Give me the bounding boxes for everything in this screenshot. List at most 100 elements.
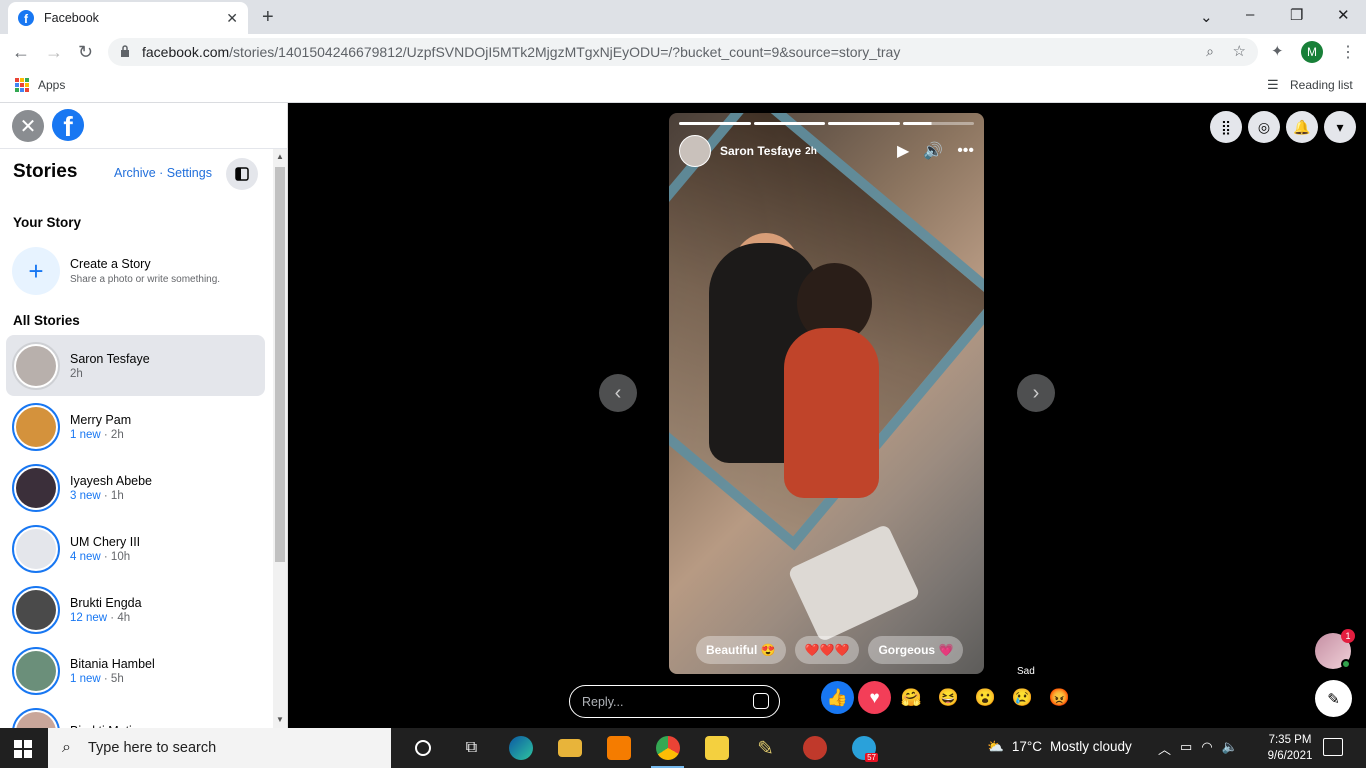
story-avatar <box>12 463 60 512</box>
story-avatar <box>12 585 60 634</box>
tab-close-icon[interactable]: ✕ <box>226 10 238 27</box>
quick-reaction-button[interactable]: ❤️❤️❤️ <box>794 636 860 664</box>
story-author-name[interactable]: Saron Tesfaye <box>720 144 801 158</box>
speaker-icon[interactable]: 🔈 <box>1222 739 1238 758</box>
notification-center-icon[interactable] <box>1323 738 1343 756</box>
apps-grid-icon[interactable] <box>15 78 29 92</box>
battery-icon[interactable]: ▭ <box>1180 739 1192 758</box>
back-icon[interactable]: ← <box>12 42 30 63</box>
search-icon: ⌕ <box>62 739 71 756</box>
browser-tab[interactable]: f Facebook ✕ <box>8 2 248 34</box>
reply-input[interactable]: Reply... <box>569 685 780 718</box>
more-options-icon[interactable]: ••• <box>957 142 974 160</box>
story-list-item[interactable]: Bitania Hambel 1 new · 5h <box>6 640 265 701</box>
archive-link[interactable]: Archive <box>114 166 156 180</box>
address-bar[interactable]: facebook.com/stories/1401504246679812/Uz… <box>108 38 1258 66</box>
profile-avatar[interactable]: M <box>1301 41 1323 63</box>
windows-start-icon[interactable] <box>14 740 32 758</box>
taskbar-search-box[interactable]: ⌕ Type here to search <box>48 728 391 768</box>
weather-text: Mostly cloudy <box>1049 739 1132 754</box>
haha-reaction-icon[interactable]: 😆 <box>932 681 965 714</box>
chrome-icon[interactable] <box>643 732 692 768</box>
scroll-down-icon[interactable]: ▼ <box>276 715 284 724</box>
wow-reaction-icon[interactable]: 😮 <box>969 681 1002 714</box>
taskbar-clock[interactable]: 7:35 PM 9/6/2021 <box>1262 732 1318 764</box>
story-list-item[interactable]: Brukti Engda 12 new · 4h <box>6 579 265 640</box>
viewer-top-icons: ⣿ ◎ 🔔 ▾ <box>1210 111 1356 143</box>
story-author-avatar[interactable] <box>679 135 711 167</box>
notifications-bell-icon[interactable]: 🔔 <box>1286 111 1318 143</box>
story-list-item[interactable]: Merry Pam 1 new · 2h <box>6 396 265 457</box>
care-reaction-icon[interactable]: 🤗 <box>895 681 928 714</box>
cortana-icon[interactable] <box>398 732 447 764</box>
apps-link[interactable]: Apps <box>38 78 65 92</box>
story-list-item[interactable]: Iyayesh Abebe 3 new · 1h <box>6 457 265 518</box>
story-time: 5h <box>110 672 124 685</box>
menu-grid-icon[interactable]: ⣿ <box>1210 111 1242 143</box>
show-hidden-icons-icon[interactable]: ︿ <box>1158 739 1171 758</box>
create-story-button[interactable]: + Create a Story Share a photo or write … <box>12 247 220 295</box>
chat-head-avatar[interactable]: 1 <box>1315 629 1355 669</box>
scrollbar-thumb[interactable] <box>275 167 285 562</box>
story-meta: 4 new · 10h <box>70 551 140 563</box>
bookmark-star-icon[interactable]: ☆ <box>1233 42 1246 60</box>
next-story-button[interactable]: › <box>1017 374 1055 412</box>
chrome-menu-icon[interactable]: ⋮ <box>1340 42 1356 62</box>
angry-reaction-icon[interactable]: 😡 <box>1043 681 1076 714</box>
story-card[interactable]: Saron Tesfaye 2h ▶ 🔊 ••• Beautiful 😍 ❤️❤️… <box>669 113 984 674</box>
messenger-icon[interactable]: ◎ <box>1248 111 1280 143</box>
unread-badge: 1 <box>1341 629 1355 643</box>
minimize-button[interactable]: – <box>1246 6 1254 23</box>
reading-list-link[interactable]: Reading list <box>1290 78 1353 92</box>
play-icon[interactable]: ▶ <box>897 141 909 161</box>
quick-reaction-button[interactable]: Gorgeous 💗 <box>868 636 964 664</box>
forward-icon[interactable]: → <box>45 42 63 63</box>
weather-widget[interactable]: ⛅ 17°C Mostly cloudy <box>987 739 1132 755</box>
tab-title: Facebook <box>44 11 99 25</box>
story-meta: 1 new · 5h <box>70 673 155 685</box>
story-list-item[interactable]: Saron Tesfaye 2h <box>6 335 265 396</box>
cleaner-icon[interactable]: ✎ <box>741 732 790 764</box>
story-photo-object <box>787 523 921 643</box>
story-time: 10h <box>110 550 131 563</box>
love-reaction-icon[interactable]: ♥ <box>858 681 891 714</box>
volume-icon[interactable]: 🔊 <box>923 141 943 161</box>
stories-sidebar: ✕ f Stories Archive · Settings Your Stor… <box>0 103 288 728</box>
app-p-icon[interactable] <box>790 732 839 764</box>
like-reaction-icon[interactable]: 👍 <box>821 681 854 714</box>
zoom-icon[interactable]: ⌕ <box>1206 43 1214 60</box>
sticker-icon[interactable] <box>753 693 769 709</box>
reading-list-icon[interactable]: ☰ <box>1267 77 1279 93</box>
quick-reaction-button[interactable]: Beautiful 😍 <box>696 636 786 664</box>
sidebar-scrollbar[interactable]: ▲ ▼ <box>273 149 287 728</box>
maximize-button[interactable]: ❐ <box>1290 6 1303 24</box>
story-meta: 12 new · 4h <box>70 612 142 624</box>
file-explorer-icon[interactable] <box>545 732 594 764</box>
close-icon[interactable]: ✕ <box>12 110 44 142</box>
sad-reaction-icon[interactable]: 😢 <box>1006 681 1039 714</box>
story-list-item[interactable]: Birukti Matiyas <box>6 701 265 728</box>
tab-search-icon[interactable]: ⌄ <box>1200 8 1213 26</box>
extensions-icon[interactable]: ✦ <box>1271 42 1284 60</box>
collapse-panel-button[interactable] <box>226 158 258 190</box>
avatar-image <box>16 711 56 728</box>
previous-story-button[interactable]: ‹ <box>599 374 637 412</box>
new-message-button[interactable]: ✎ <box>1315 680 1352 717</box>
account-dropdown-icon[interactable]: ▾ <box>1324 111 1356 143</box>
reload-icon[interactable]: ↻ <box>78 42 93 63</box>
new-count: 12 new <box>70 611 108 624</box>
new-tab-button[interactable]: + <box>262 6 274 29</box>
clock-date: 9/6/2021 <box>1267 750 1313 762</box>
scroll-up-icon[interactable]: ▲ <box>276 152 284 161</box>
close-window-button[interactable]: ✕ <box>1337 6 1350 24</box>
task-view-icon[interactable]: ⧉ <box>447 732 496 764</box>
wifi-icon[interactable]: ◠ <box>1201 739 1212 758</box>
xampp-icon[interactable] <box>594 732 643 764</box>
edge-icon[interactable] <box>496 732 545 764</box>
player-icon[interactable] <box>692 732 741 764</box>
facebook-logo[interactable]: f <box>52 109 84 141</box>
new-count: 4 new <box>70 550 101 563</box>
settings-link[interactable]: Settings <box>167 166 212 180</box>
story-list-item[interactable]: UM Chery III 4 new · 10h <box>6 518 265 579</box>
telegram-icon[interactable]: 57 <box>839 732 888 764</box>
